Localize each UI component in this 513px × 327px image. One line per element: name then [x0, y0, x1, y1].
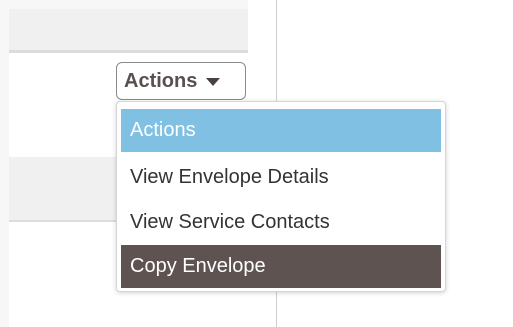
menu-item-label: Copy Envelope: [130, 255, 266, 277]
menu-item-label: View Envelope Details: [130, 166, 329, 188]
actions-dropdown-button[interactable]: Actions: [116, 62, 246, 100]
menu-item-actions[interactable]: Actions: [121, 109, 441, 152]
actions-button-label: Actions: [124, 69, 198, 92]
menu-item-label: View Service Contacts: [130, 211, 330, 233]
menu-item-label: Actions: [130, 119, 196, 141]
top-section-header: [9, 9, 248, 50]
menu-item-view-envelope-details[interactable]: View Envelope Details: [121, 156, 441, 199]
menu-item-copy-envelope[interactable]: Copy Envelope: [121, 245, 441, 288]
caret-down-icon: [206, 77, 221, 86]
actions-dropdown-menu: Actions View Envelope Details View Servi…: [116, 101, 446, 292]
menu-item-view-service-contacts[interactable]: View Service Contacts: [121, 201, 441, 244]
